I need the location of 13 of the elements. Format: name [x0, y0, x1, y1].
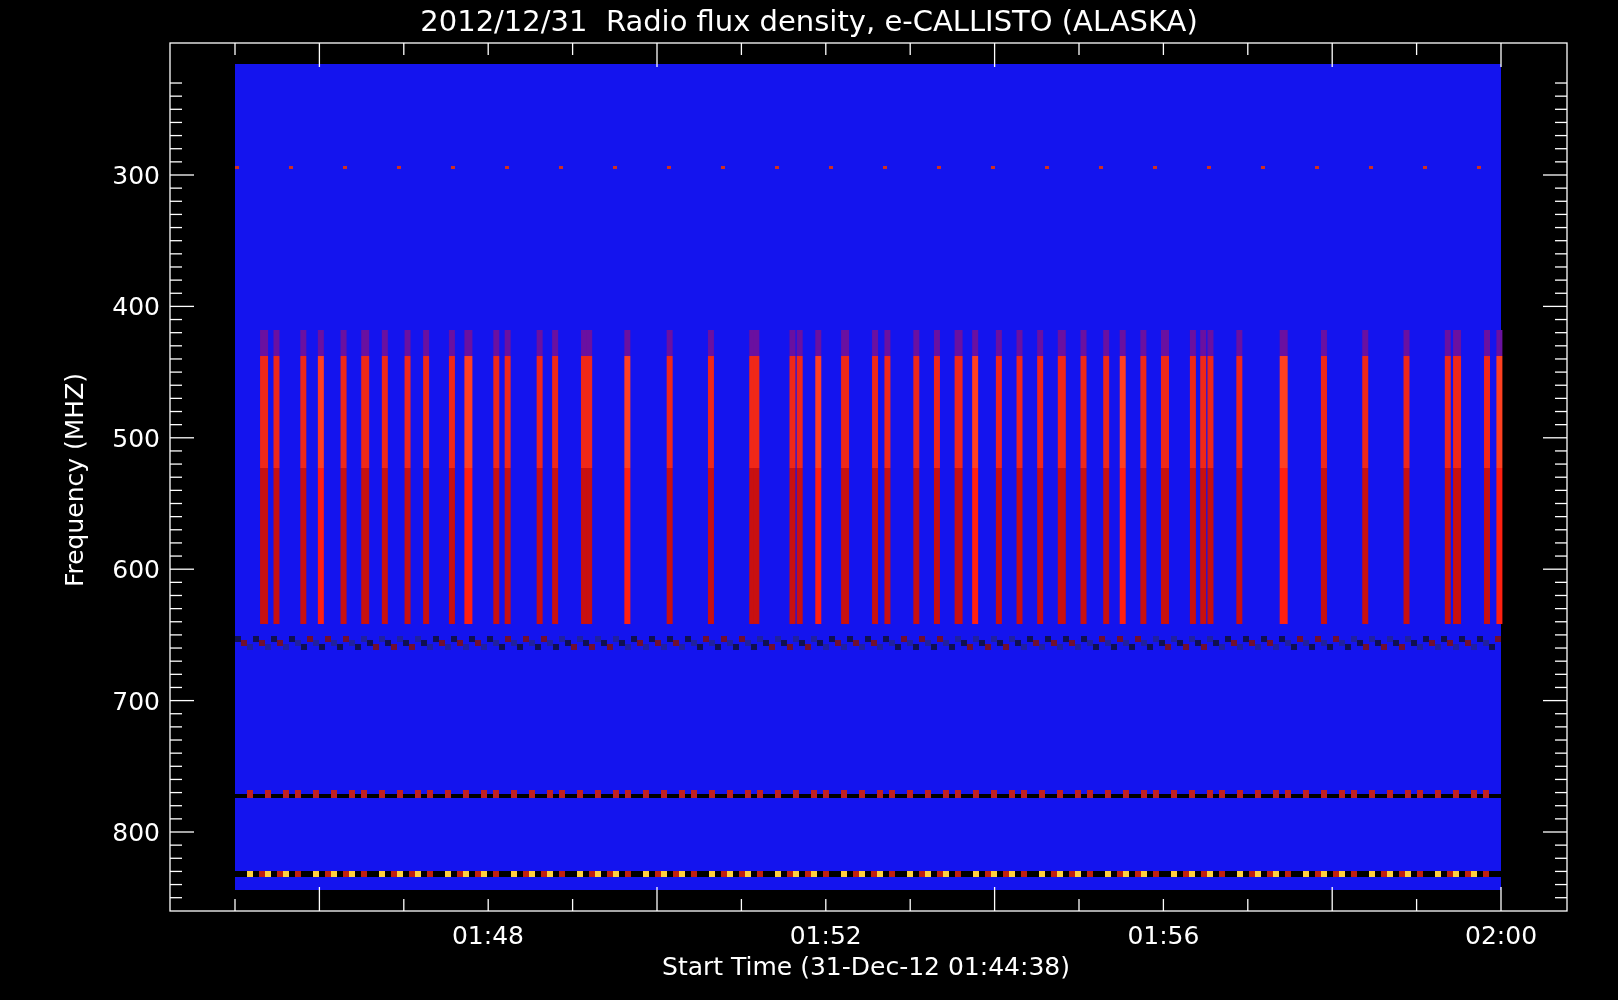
plot-title: 2012/12/31 Radio flux density, e-CALLISTO (ALASKA)	[420, 4, 1198, 38]
x-tick-label: 01:48	[452, 921, 524, 950]
y-tick-label: 800	[112, 818, 160, 847]
x-axis-label: Start Time (31-Dec-12 01:44:38)	[662, 952, 1070, 981]
x-tick-label: 02:00	[1465, 921, 1538, 950]
y-tick-label: 600	[112, 555, 160, 585]
y-tick-label: 300	[112, 161, 160, 190]
y-tick-label: 400	[112, 292, 160, 322]
y-axis-label: Frequency (MHZ)	[60, 372, 89, 588]
x-tick-label: 01:56	[1127, 921, 1200, 950]
y-tick-label: 500	[112, 423, 160, 453]
x-tick-label: 01:52	[789, 921, 862, 950]
y-tick-label: 700	[112, 686, 160, 716]
